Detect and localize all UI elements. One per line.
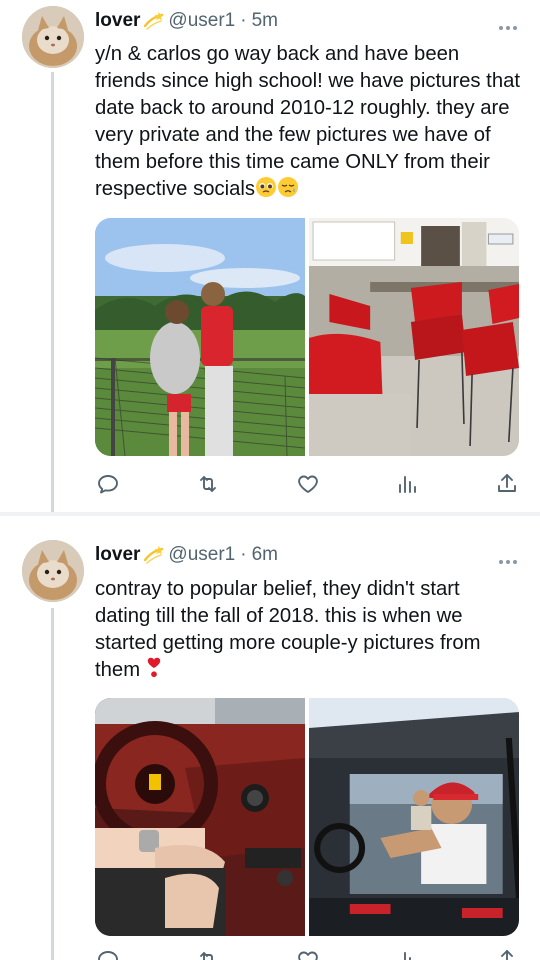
share-icon[interactable] bbox=[494, 948, 520, 960]
user-handle[interactable]: @user1 bbox=[168, 544, 235, 566]
tweet-header: lover @user1 · 6m bbox=[95, 542, 278, 568]
tweet-actions bbox=[95, 948, 520, 960]
reply-icon[interactable] bbox=[95, 948, 121, 960]
timestamp[interactable]: 6m bbox=[252, 544, 278, 566]
media-grid[interactable] bbox=[95, 698, 519, 936]
like-icon[interactable] bbox=[295, 948, 321, 960]
tweet[interactable]: lover @user1 · 6m contray to popular bel… bbox=[0, 0, 540, 960]
dizzy-emoji-icon bbox=[142, 545, 164, 565]
thread-line bbox=[51, 608, 54, 960]
retweet-icon[interactable] bbox=[195, 948, 221, 960]
heart-exclamation-emoji-icon bbox=[146, 657, 162, 687]
man-in-car-cap-photo[interactable] bbox=[309, 698, 519, 936]
display-name[interactable]: lover bbox=[95, 544, 140, 566]
more-options-icon[interactable] bbox=[498, 552, 518, 564]
views-icon[interactable] bbox=[394, 948, 420, 960]
red-car-interior-steering-wheel-photo[interactable] bbox=[95, 698, 305, 936]
tweet-text: contray to popular belief, they didn't s… bbox=[95, 576, 520, 687]
separator-dot: · bbox=[240, 544, 247, 565]
avatar[interactable] bbox=[22, 540, 84, 602]
